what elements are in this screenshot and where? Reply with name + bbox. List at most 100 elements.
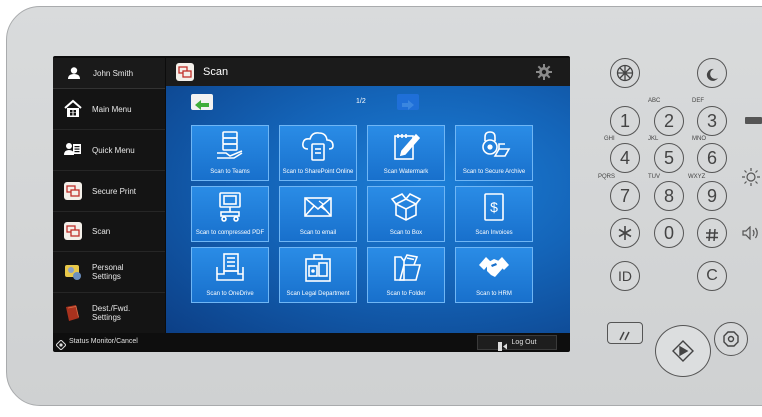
tile-label: Scan Watermark	[383, 169, 429, 175]
tile-scan-to-secure-archive[interactable]: Scan to Secure Archive	[455, 125, 533, 181]
key-letters: WXYZ	[688, 174, 706, 180]
id-key[interactable]: ID	[610, 261, 640, 291]
brightness-icon	[742, 168, 760, 186]
tile-scan-to-box[interactable]: Scan to Box	[367, 186, 445, 242]
tile-scan-to-onedrive[interactable]: Scan to OneDrive	[191, 247, 269, 303]
tile-label: Scan to HRM	[476, 291, 512, 297]
watermark-edit-icon	[389, 130, 423, 162]
key-7[interactable]: 7	[610, 181, 640, 211]
quick-menu-icon	[63, 140, 83, 160]
secure-print-icon	[63, 181, 83, 201]
secure-archive-icon	[477, 130, 511, 162]
address-book-icon	[63, 303, 83, 323]
scan-icon	[63, 221, 83, 241]
key-letters: MNO	[692, 136, 706, 142]
key-letters: PQRS	[598, 174, 616, 180]
key-3[interactable]: 3	[697, 106, 727, 136]
status-bar: Status Monitor/Cancel Log Out	[53, 333, 570, 351]
title-bar: Scan	[166, 58, 570, 86]
tile-scan-to-folder[interactable]: Scan to Folder	[367, 247, 445, 303]
clear-key[interactable]: C	[697, 261, 727, 291]
reset-icon	[618, 328, 632, 341]
key-5[interactable]: 5	[654, 143, 684, 173]
status-monitor-label: Status Monitor/Cancel	[69, 338, 138, 345]
key-letters: GHI	[604, 136, 615, 142]
key-2[interactable]: 2	[654, 106, 684, 136]
scan-title-icon	[176, 63, 194, 81]
key-8[interactable]: 8	[654, 181, 684, 211]
tile-scan-watermark[interactable]: Scan Watermark	[367, 125, 445, 181]
sidebar-item-scan[interactable]: Scan	[53, 211, 165, 252]
stop-key[interactable]	[714, 322, 748, 356]
start-key[interactable]	[655, 325, 711, 377]
arrow-right-icon	[402, 97, 414, 110]
tile-scan-to-hrm[interactable]: Scan to HRM	[455, 247, 533, 303]
asterisk-key[interactable]	[610, 218, 640, 248]
gear-icon[interactable]	[536, 64, 552, 80]
hash-icon	[705, 226, 719, 242]
key-letters: ABC	[648, 98, 661, 104]
energy-saver-key[interactable]	[697, 58, 727, 88]
onedrive-tray-icon	[213, 252, 247, 284]
user-icon	[67, 66, 81, 80]
network-key[interactable]	[610, 58, 640, 88]
tile-label: Scan to SharePoint Online	[282, 169, 354, 175]
email-icon	[301, 191, 335, 223]
key-9[interactable]: 9	[697, 181, 727, 211]
logout-label: Log Out	[511, 339, 537, 346]
folder-icon	[389, 252, 423, 284]
logout-icon	[497, 338, 507, 351]
page-indicator: 1/2	[356, 98, 366, 105]
key-0[interactable]: 0	[654, 218, 684, 248]
sidebar-item-label: Scan	[92, 226, 111, 236]
logout-button[interactable]: Log Out	[477, 335, 557, 351]
tile-label: Scan to Box	[389, 230, 423, 236]
status-monitor-button[interactable]: Status Monitor/Cancel	[55, 337, 138, 351]
sidebar-item-label: Dest./Fwd. Settings	[92, 304, 131, 322]
main-panel: 1/2 Scan to Teams Scan to SharePoint Onl…	[166, 86, 570, 333]
sidebar-item-label: Personal Settings	[92, 263, 124, 281]
back-button[interactable]	[191, 94, 213, 110]
user-name: John Smith	[93, 68, 134, 78]
tile-scan-legal-department[interactable]: Scan Legal Department	[279, 247, 357, 303]
tile-label: Scan to OneDrive	[206, 291, 254, 297]
reset-key[interactable]	[607, 322, 643, 344]
sidebar-item-label: Quick Menu	[92, 145, 135, 155]
invoice-icon: $	[477, 191, 511, 223]
tile-label: Scan Legal Department	[286, 291, 350, 297]
tile-scan-to-sharepoint-online[interactable]: Scan to SharePoint Online	[279, 125, 357, 181]
sidebar-item-main-menu[interactable]: Main Menu	[53, 89, 165, 130]
hash-key[interactable]	[697, 218, 727, 248]
user-bar[interactable]: John Smith	[53, 58, 165, 89]
sidebar-item-secure-print[interactable]: Secure Print	[53, 171, 165, 212]
sidebar-item-label: Main Menu	[92, 104, 132, 114]
tile-scan-invoices[interactable]: $ Scan Invoices	[455, 186, 533, 242]
key-letters: DEF	[692, 98, 704, 104]
page-title: Scan	[203, 66, 229, 78]
next-page-button[interactable]	[397, 94, 419, 110]
svg-text:$: $	[490, 199, 498, 215]
tile-label: Scan to compressed PDF	[195, 230, 265, 236]
stop-icon	[723, 331, 739, 347]
tile-label: Scan to Secure Archive	[462, 169, 526, 175]
key-6[interactable]: 6	[697, 143, 727, 173]
sidebar-item-dest-fwd-settings[interactable]: Dest./Fwd. Settings	[53, 293, 165, 333]
tile-scan-to-compressed-pdf[interactable]: Scan to compressed PDF	[191, 186, 269, 242]
asterisk-icon	[617, 225, 633, 241]
sidebar-item-personal-settings[interactable]: Personal Settings	[53, 252, 165, 293]
tile-scan-to-email[interactable]: Scan to email	[279, 186, 357, 242]
key-1[interactable]: 1	[610, 106, 640, 136]
server-hand-icon	[213, 130, 247, 162]
key-4[interactable]: 4	[610, 143, 640, 173]
tile-label: Scan to Folder	[386, 291, 426, 297]
key-letters: TUV	[648, 174, 660, 180]
tile-scan-to-teams[interactable]: Scan to Teams	[191, 125, 269, 181]
personal-settings-icon	[63, 262, 83, 282]
sidebar-item-quick-menu[interactable]: Quick Menu	[53, 130, 165, 171]
compressed-pdf-icon	[213, 191, 247, 223]
home-icon	[63, 99, 83, 119]
box-icon	[389, 191, 423, 223]
data-indicator-lamp	[745, 117, 762, 124]
arrow-left-icon	[195, 97, 209, 110]
network-icon	[616, 64, 634, 82]
